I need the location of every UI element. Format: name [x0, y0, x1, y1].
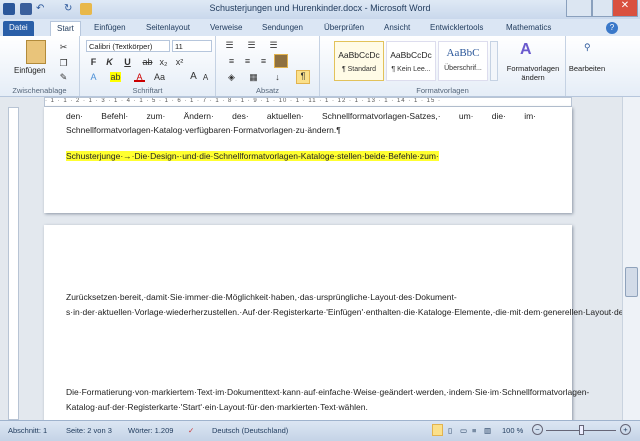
- tab-entwicklertools[interactable]: Entwicklertools: [424, 21, 489, 36]
- bold-button[interactable]: F: [88, 57, 99, 67]
- show-formatting-button[interactable]: ¶: [296, 70, 310, 84]
- font-color-icon[interactable]: A: [134, 72, 145, 82]
- style-name: ¶ Kein Lee...: [391, 66, 431, 73]
- word-count[interactable]: Wörter: 1.209: [128, 426, 173, 435]
- style-ueberschrift[interactable]: AaBbC Überschrif...: [438, 41, 488, 81]
- minimize-button[interactable]: [566, 0, 592, 17]
- cut-icon[interactable]: ✂: [58, 42, 69, 52]
- zoom-level[interactable]: 100 %: [502, 426, 523, 435]
- editing-button[interactable]: Bearbeiten: [566, 64, 608, 73]
- change-styles-icon: A: [520, 41, 532, 58]
- font-size-combo[interactable]: 11: [172, 40, 212, 52]
- zoom-in-icon[interactable]: +: [620, 424, 631, 435]
- superscript-icon[interactable]: x²: [174, 57, 185, 67]
- zoom-slider-thumb[interactable]: [579, 425, 584, 435]
- paste-icon[interactable]: [26, 40, 46, 64]
- vertical-scrollbar[interactable]: [622, 97, 640, 420]
- style-name: Überschrif...: [444, 65, 482, 72]
- group-styles: AaBbCcDc ¶ Standard AaBbCcDc ¶ Kein Lee...…: [320, 36, 566, 96]
- font-label: Schriftart: [132, 86, 163, 95]
- multilevel-list-icon[interactable]: ☰: [268, 40, 279, 50]
- borders-icon[interactable]: ▦: [248, 72, 259, 82]
- italic-button[interactable]: K: [104, 57, 115, 67]
- page2-paragraph-1: Zurücksetzen·bereit,·damit·Sie·immer·die…: [66, 292, 622, 317]
- group-font: Calibri (Textkörper) 11 F K U ab x₂ x² A…: [80, 36, 216, 96]
- highlight-icon[interactable]: ab: [110, 72, 121, 82]
- change-case-button[interactable]: Aa: [154, 72, 165, 82]
- paragraph-label: Absatz: [256, 86, 279, 95]
- sort-icon[interactable]: ↓: [272, 72, 283, 82]
- highlighted-line: Schusterjunge·→·Die·Design-·und·die·Schn…: [66, 151, 439, 161]
- clipboard-label: Zwischenablage: [12, 86, 67, 95]
- web-layout-icon[interactable]: ▭: [460, 426, 467, 435]
- page-status[interactable]: Seite: 2 von 3: [66, 426, 112, 435]
- strikethrough-icon[interactable]: ab: [142, 57, 153, 67]
- vertical-ruler[interactable]: [8, 107, 19, 420]
- styles-more-button[interactable]: [490, 41, 498, 81]
- style-kein-leerraum[interactable]: AaBbCcDc ¶ Kein Lee...: [386, 41, 436, 81]
- font-name-combo[interactable]: Calibri (Textkörper): [86, 40, 170, 52]
- tab-ansicht[interactable]: Ansicht: [378, 21, 416, 36]
- group-editing: ⚲ Bearbeiten: [566, 36, 616, 96]
- outline-icon[interactable]: ≡: [472, 426, 476, 435]
- underline-button[interactable]: U: [122, 57, 133, 67]
- format-painter-icon[interactable]: ✎: [58, 72, 69, 82]
- grow-font-button[interactable]: A: [188, 72, 199, 82]
- status-bar: Abschnitt: 1 Seite: 2 von 3 Wörter: 1.20…: [0, 420, 640, 441]
- find-icon: ⚲: [584, 42, 591, 52]
- align-right-icon[interactable]: ≡: [258, 56, 269, 66]
- tab-verweise[interactable]: Verweise: [204, 21, 248, 36]
- language-status[interactable]: Deutsch (Deutschland): [212, 426, 288, 435]
- ribbon-tabs: Datei Start Einfügen Seitenlayout Verwei…: [0, 19, 640, 36]
- shrink-font-button[interactable]: A: [200, 73, 211, 83]
- draft-icon[interactable]: ▥: [484, 426, 491, 435]
- style-name: ¶ Standard: [341, 66, 377, 73]
- copy-icon[interactable]: ❐: [58, 58, 69, 68]
- close-button[interactable]: ✕: [612, 0, 638, 17]
- horizontal-ruler[interactable]: · 1 · 1 · 2 · 1 · 3 · 1 · 4 · 1 · 5 · 1 …: [44, 97, 572, 107]
- tab-datei[interactable]: Datei: [3, 21, 34, 36]
- styles-label: Formatvorlagen: [416, 86, 469, 95]
- page1-line-2: Schnellformatvorlagen-Katalog·verfügbare…: [66, 125, 341, 135]
- document-area: · 1 · 1 · 2 · 1 · 3 · 1 · 4 · 1 · 5 · 1 …: [0, 97, 622, 420]
- tab-mathematics[interactable]: Mathematics: [500, 21, 557, 36]
- print-layout-icon[interactable]: [432, 424, 443, 436]
- section-status[interactable]: Abschnitt: 1: [8, 426, 47, 435]
- proofing-icon[interactable]: ✓: [188, 426, 194, 435]
- page1-line-1: den· Befehl· zum· Ändern· des· aktuellen…: [66, 111, 536, 121]
- tab-seitenlayout[interactable]: Seitenlayout: [140, 21, 196, 36]
- page2-paragraph-2: Die·Formatierung·von·markiertem·Text·im·…: [66, 387, 590, 412]
- zoom-out-icon[interactable]: −: [532, 424, 543, 435]
- help-icon[interactable]: ?: [606, 22, 618, 34]
- group-paragraph: ☰ ☰ ☰ ≡ ≡ ≡ ◈ ▦ ↓ ¶ Absatz: [216, 36, 320, 96]
- text-effects-icon[interactable]: A: [88, 72, 99, 82]
- style-preview: AaBbCcDc: [338, 50, 380, 60]
- justify-icon[interactable]: [274, 54, 288, 68]
- title-bar: ↶ ↻ Schusterjungen und Hurenkinder.docx …: [0, 0, 640, 19]
- style-standard[interactable]: AaBbCcDc ¶ Standard: [334, 41, 384, 81]
- window-title: Schusterjungen und Hurenkinder.docx - Mi…: [209, 3, 431, 13]
- tab-einfuegen[interactable]: Einfügen: [88, 21, 132, 36]
- full-screen-icon[interactable]: ▯: [448, 426, 452, 435]
- shading-icon[interactable]: ◈: [226, 72, 237, 82]
- style-preview: AaBbCcDc: [390, 50, 432, 60]
- change-styles-button[interactable]: Formatvorlagen ändern: [500, 64, 566, 82]
- numbering-icon[interactable]: ☰: [246, 40, 257, 50]
- tab-sendungen[interactable]: Sendungen: [256, 21, 309, 36]
- bullets-icon[interactable]: ☰: [224, 40, 235, 50]
- group-clipboard: Einfügen ✂ ❐ ✎ Zwischenablage: [0, 36, 80, 96]
- scroll-thumb[interactable]: [625, 267, 638, 297]
- align-center-icon[interactable]: ≡: [242, 56, 253, 66]
- style-preview: AaBbC: [446, 47, 480, 59]
- tab-start[interactable]: Start: [50, 21, 81, 36]
- ribbon: Einfügen ✂ ❐ ✎ Zwischenablage Calibri (T…: [0, 36, 640, 97]
- subscript-icon[interactable]: x₂: [158, 57, 169, 67]
- align-left-icon[interactable]: ≡: [226, 56, 237, 66]
- paste-button[interactable]: Einfügen: [14, 66, 46, 75]
- tab-ueberpruefen[interactable]: Überprüfen: [318, 21, 370, 36]
